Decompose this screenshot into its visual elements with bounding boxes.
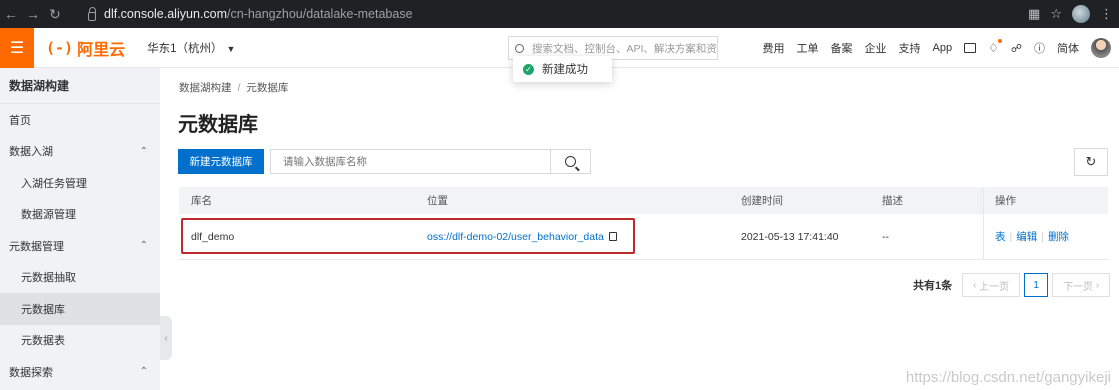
sidebar-item-label: 数据探索 [9, 366, 53, 379]
cart-icon[interactable]: ☍ [1011, 42, 1022, 55]
header-location: 位置 [427, 195, 448, 207]
breadcrumb-separator: / [237, 82, 241, 94]
nav-tickets[interactable]: 工单 [797, 40, 819, 56]
profile-icon[interactable] [1072, 5, 1090, 23]
sidebar-item-datasources[interactable]: 数据源管理 [0, 199, 160, 231]
watermark: https://blog.csdn.net/gangyikeji [905, 369, 1111, 386]
bell-icon[interactable]: ♢ [988, 39, 1002, 55]
page-number-button[interactable]: 1 [1024, 273, 1049, 297]
help-icon[interactable]: ⓘ [1034, 40, 1045, 56]
header-name: 库名 [191, 195, 212, 207]
prev-page-button[interactable]: ‹ 上一页 [962, 273, 1021, 297]
prev-page-label: 上一页 [979, 281, 1010, 293]
sidebar-item-home[interactable]: 首页 [0, 104, 160, 136]
address-bar[interactable]: dlf.console.aliyun.com/cn-hangzhou/datal… [78, 3, 1038, 25]
cell-created: 2021-05-13 17:41:40 [741, 230, 839, 243]
terminal-icon[interactable] [964, 43, 977, 53]
chevron-up-icon: ⌃ [139, 240, 148, 252]
aliyun-logo-text: 阿里云 [77, 41, 126, 59]
nav-fees[interactable]: 费用 [763, 40, 785, 56]
nav-icp[interactable]: 备案 [831, 40, 853, 56]
action-delete-link[interactable]: 删除 [1048, 231, 1069, 243]
breadcrumb: 数据湖构建 / 元数据库 [179, 80, 288, 95]
sidebar-item-label: 入湖任务管理 [21, 177, 87, 190]
notification-dot [997, 39, 1002, 43]
breadcrumb-item-dlf[interactable]: 数据湖构建 [179, 82, 232, 94]
action-tables-link[interactable]: 表 [995, 231, 1006, 243]
sidebar-group-explore[interactable]: 数据探索 ⌃ [0, 356, 160, 388]
url-domain: dlf.console.aliyun.com [104, 7, 227, 21]
sidebar-item-metadata-extract[interactable]: 元数据抽取 [0, 262, 160, 294]
lock-icon [88, 6, 96, 21]
star-icon[interactable]: ☆ [1050, 6, 1062, 22]
table-header: 库名 位置 创建时间 描述 操作 [179, 187, 1108, 214]
sidebar-item-metatable[interactable]: 元数据表 [0, 325, 160, 357]
action-edit-link[interactable]: 编辑 [1016, 231, 1037, 243]
database-search-button[interactable] [551, 149, 591, 174]
pagination-total: 共有1条 [913, 280, 953, 292]
cell-actions: 表 | 编辑 | 删除 [995, 229, 1069, 244]
pagination: 共有1条 ‹ 上一页 1 下一页 › [913, 273, 1111, 297]
nav-enterprise[interactable]: 企业 [865, 40, 887, 56]
sidebar-group-ingest[interactable]: 数据入湖 ⌃ [0, 136, 160, 168]
sidebar-item-label: 元数据管理 [9, 240, 64, 253]
cell-description: -- [882, 230, 889, 243]
language-switch[interactable]: 简体 [1057, 40, 1079, 56]
page-title: 元数据库 [178, 114, 258, 136]
url-path: /cn-hangzhou/datalake-metabase [226, 7, 413, 21]
search-icon [515, 43, 524, 53]
hamburger-menu-icon[interactable]: ☰ [0, 27, 34, 68]
sidebar-item-label: 数据入湖 [9, 146, 53, 159]
sidebar-group-metadata[interactable]: 元数据管理 ⌃ [0, 230, 160, 262]
sidebar-item-metadatabase[interactable]: 元数据库 [0, 293, 160, 325]
caret-down-icon: ▼ [226, 43, 236, 54]
sidebar: 数据湖构建 首页 数据入湖 ⌃ 入湖任务管理 数据源管理 元数据管理 ⌃ 元数据抽取… [0, 68, 160, 390]
reload-icon[interactable]: ↻ [44, 0, 66, 28]
chevron-up-icon: ⌃ [139, 366, 148, 378]
sidebar-collapse-handle[interactable]: ‹ [160, 316, 172, 360]
forward-arrow-icon[interactable]: → [22, 0, 44, 28]
sidebar-item-ingest-tasks[interactable]: 入湖任务管理 [0, 167, 160, 199]
region-selector[interactable]: 华东1（杭州） ▼ [147, 40, 235, 56]
next-page-button[interactable]: 下一页 › [1052, 273, 1111, 297]
sticky-column-divider [983, 187, 984, 260]
action-divider: | [1009, 231, 1013, 243]
refresh-button[interactable]: ↻ [1074, 148, 1108, 176]
refresh-icon: ↻ [1085, 154, 1097, 169]
search-icon [565, 156, 576, 167]
action-divider: | [1041, 231, 1044, 243]
database-search-input[interactable] [270, 149, 551, 174]
breadcrumb-item-current: 元数据库 [246, 82, 289, 94]
nav-support[interactable]: 支持 [899, 40, 921, 56]
global-search-placeholder: 搜索文档、控制台、API、解决方案和资 [532, 42, 717, 55]
sidebar-title: 数据湖构建 [0, 68, 160, 104]
new-database-button[interactable]: 新建元数据库 [178, 149, 264, 174]
back-arrow-icon[interactable]: ← [0, 0, 22, 28]
qr-icon[interactable]: ▦ [1028, 6, 1040, 22]
annotation-highlight-box [181, 218, 635, 254]
nav-app[interactable]: App [933, 42, 953, 54]
header-description: 描述 [882, 195, 903, 207]
browser-toolbar: ← → ↻ dlf.console.aliyun.com/cn-hangzhou… [0, 0, 1119, 28]
menu-dots-icon[interactable]: ⋮ [1100, 6, 1113, 22]
sidebar-item-label: 元数据表 [21, 335, 65, 348]
sidebar-item-label: 元数据抽取 [21, 272, 76, 285]
region-label: 华东1（杭州） [147, 42, 223, 55]
next-page-label: 下一页 [1063, 281, 1094, 293]
aliyun-logo-mark: (-) [46, 38, 74, 57]
chevron-up-icon: ⌃ [139, 145, 148, 157]
sidebar-item-label: 首页 [9, 114, 31, 127]
sidebar-item-label: 数据源管理 [21, 209, 76, 222]
header-actions: 操作 [995, 195, 1016, 207]
sidebar-item-label: 元数据库 [21, 303, 65, 316]
user-avatar[interactable] [1091, 38, 1111, 58]
header-created: 创建时间 [741, 195, 783, 207]
aliyun-logo[interactable]: (-) 阿里云 [46, 36, 125, 60]
